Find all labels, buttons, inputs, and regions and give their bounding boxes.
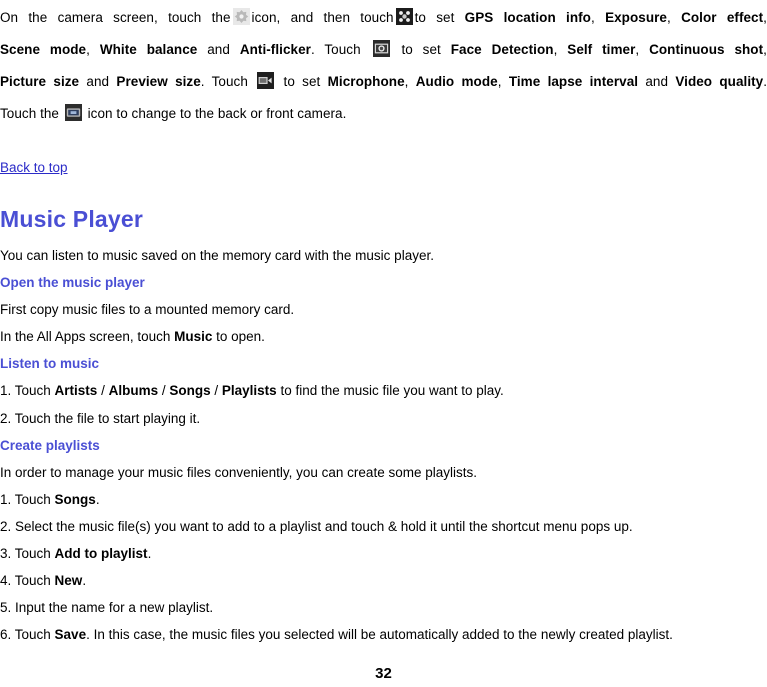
line-suffix: . xyxy=(147,546,152,562)
music-player-intro: You can listen to music saved on the mem… xyxy=(0,248,434,263)
manual-page: On the camera screen, touch the icon, and… xyxy=(0,0,767,687)
setting-anti-flicker: Anti-flicker xyxy=(239,42,311,57)
setting-gps-location-info: GPS location info xyxy=(464,10,591,25)
list-item: 1. Touch Artists / Albums / Songs / Play… xyxy=(0,377,767,404)
line-prefix: 3. Touch xyxy=(0,546,55,562)
camera-paragraph-line-4: Touch the icon to change to the back or … xyxy=(0,98,767,130)
video-camera-icon xyxy=(257,72,275,89)
line-suffix: to open. xyxy=(212,329,265,345)
camera-paragraph-line-1: On the camera screen, touch the icon, and… xyxy=(0,2,767,34)
list-item: 1. Touch Songs. xyxy=(0,486,767,513)
photo-camera-icon xyxy=(372,40,390,57)
camera-line3-text-mid-1: and xyxy=(86,74,110,89)
list-item: In order to manage your music files conv… xyxy=(0,464,477,480)
page-title: Music Player xyxy=(0,206,144,232)
camera-line2-sep-1: , xyxy=(86,42,90,57)
camera-line3-sep-2: , xyxy=(497,74,502,89)
camera-line3-text-mid-4: and xyxy=(645,74,669,89)
setting-microphone: Microphone xyxy=(327,74,405,89)
music-player-content: You can listen to music saved on the mem… xyxy=(0,242,767,648)
camera-line3-sep-1: , xyxy=(404,74,409,89)
camera-paragraph-line-3: Picture size and Preview size. Touch to … xyxy=(0,66,767,98)
line-prefix: 1. Touch xyxy=(0,491,55,507)
line-suffix: to find the music file you want to play. xyxy=(276,383,504,399)
setting-picture-size: Picture size xyxy=(0,74,80,89)
camera-line4-text-before-icon: Touch the xyxy=(0,106,59,121)
line-suffix: . xyxy=(82,573,87,589)
list-item: 2. Select the music file(s) you want to … xyxy=(0,518,633,534)
camera-settings-dark-icon xyxy=(395,8,413,25)
camera-line2-text-mid-2: . Touch xyxy=(310,42,361,57)
list-item: 3. Touch Add to playlist. xyxy=(0,540,767,567)
setting-face-detection: Face Detection xyxy=(450,42,554,57)
camera-line3-sep-3: . xyxy=(763,74,767,89)
camera-line3-text-mid-3: to set xyxy=(283,74,321,89)
setting-exposure: Exposure xyxy=(605,10,667,25)
menu-albums: Albums xyxy=(108,383,159,399)
menu-new: New xyxy=(54,573,83,589)
line-suffix: . In this case, the music files you sele… xyxy=(86,627,673,643)
setting-continuous-shot: Continuous shot xyxy=(649,42,764,57)
camera-settings-light-icon xyxy=(232,8,250,25)
line-suffix: . xyxy=(95,491,100,507)
setting-time-lapse-interval: Time lapse interval xyxy=(508,74,639,89)
list-item: 5. Input the name for a new playlist. xyxy=(0,600,214,616)
camera-line4-text-after-icon: icon to change to the back or front came… xyxy=(87,106,347,121)
line-prefix: 1. Touch xyxy=(0,383,55,399)
camera-line1-text-before-icon: On the camera screen, touch the xyxy=(0,10,231,25)
list-item: First copy music files to a mounted memo… xyxy=(0,302,295,318)
setting-white-balance: White balance xyxy=(99,42,198,57)
menu-songs: Songs xyxy=(54,491,96,507)
setting-preview-size: Preview size xyxy=(116,74,201,89)
page-number: 32 xyxy=(375,665,392,682)
list-item: 4. Touch New. xyxy=(0,567,767,594)
camera-instructions-paragraph: On the camera screen, touch the icon, and… xyxy=(0,2,767,130)
setting-scene-mode: Scene mode xyxy=(0,42,87,57)
line-prefix: 4. Touch xyxy=(0,573,55,589)
list-item: 6. Touch Save. In this case, the music f… xyxy=(0,621,767,648)
list-item: 2. Touch the file to start playing it. xyxy=(0,410,201,426)
subheading-open-the-music-player: Open the music player xyxy=(0,275,145,291)
camera-line1-text-mid-2: to set xyxy=(414,10,455,25)
setting-color-effect: Color effect xyxy=(681,10,764,25)
camera-line2-sep-2: , xyxy=(553,42,558,57)
separator: / xyxy=(210,383,222,399)
subheading-create-playlists: Create playlists xyxy=(0,437,100,453)
menu-add-to-playlist: Add to playlist xyxy=(54,546,148,562)
app-name-music: Music xyxy=(174,329,213,345)
camera-line2-text-mid-1: and xyxy=(207,42,230,57)
line-prefix: In the All Apps screen, touch xyxy=(0,329,175,345)
camera-line3-text-mid-2: . Touch xyxy=(200,74,248,89)
menu-songs: Songs xyxy=(169,383,211,399)
menu-save: Save xyxy=(54,627,87,643)
line-prefix: 6. Touch xyxy=(0,627,55,643)
switch-camera-icon xyxy=(64,104,82,121)
camera-line1-sep-3: , xyxy=(763,10,767,25)
setting-audio-mode: Audio mode xyxy=(415,74,498,89)
camera-line2-sep-4: , xyxy=(763,42,767,57)
back-to-top-link[interactable]: Back to top xyxy=(0,160,68,175)
camera-line1-text-mid-1: icon, and then touch xyxy=(251,10,394,25)
menu-playlists: Playlists xyxy=(221,383,277,399)
setting-self-timer: Self timer xyxy=(567,42,636,57)
list-item: In the All Apps screen, touch Music to o… xyxy=(0,323,767,350)
separator: / xyxy=(97,383,109,399)
camera-line1-sep-1: , xyxy=(590,10,595,25)
camera-line1-sep-2: , xyxy=(666,10,671,25)
camera-paragraph-line-2: Scene mode, White balance and Anti-flick… xyxy=(0,34,767,66)
setting-video-quality: Video quality xyxy=(675,74,764,89)
menu-artists: Artists xyxy=(54,383,98,399)
camera-line2-sep-3: , xyxy=(635,42,640,57)
camera-line2-text-mid-3: to set xyxy=(401,42,441,57)
separator: / xyxy=(158,383,170,399)
subheading-listen-to-music: Listen to music xyxy=(0,356,100,372)
